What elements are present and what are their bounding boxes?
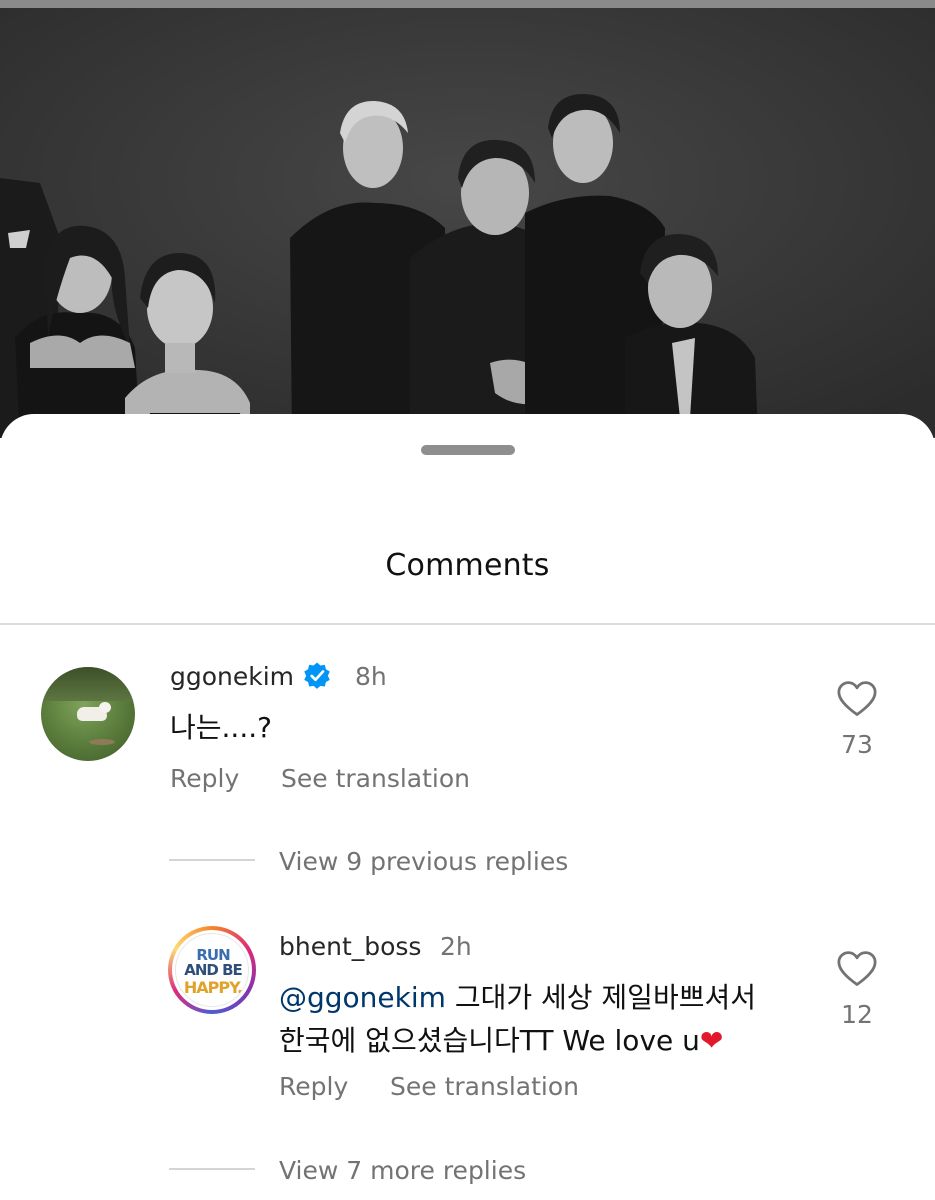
logo-text-and-be: AND BE — [184, 961, 243, 979]
post-photo — [0, 8, 935, 438]
mention-link[interactable]: @ggonekim — [279, 981, 446, 1014]
avatar-dog-head — [99, 702, 111, 713]
avatar-ring-inner: RUN AND BE HAPPY. — [172, 930, 252, 1010]
sheet-title: Comments — [385, 548, 550, 583]
reply-button[interactable]: Reply — [170, 764, 239, 793]
group-photo-image — [0, 8, 935, 438]
like-heart-icon[interactable] — [836, 680, 878, 718]
comment-text-line2: 한국에 없으셨습니다TT We love u — [279, 1024, 700, 1057]
see-translation-button[interactable]: See translation — [390, 1072, 579, 1101]
comment-username[interactable]: ggonekim — [170, 662, 294, 691]
like-count: 12 — [841, 1000, 873, 1029]
top-status-strip — [0, 0, 935, 8]
like-heart-icon[interactable] — [836, 950, 878, 988]
comment-username[interactable]: bhent_boss — [279, 932, 421, 961]
replies-divider-line — [169, 1168, 255, 1170]
reply-button[interactable]: Reply — [279, 1072, 348, 1101]
comment-text: @ggonekim 그대가 세상 제일바쁘셔서 한국에 없으셨습니다TT We … — [279, 976, 819, 1062]
see-translation-button[interactable]: See translation — [281, 764, 470, 793]
logo-text-happy: HAPPY. — [183, 978, 243, 997]
view-previous-replies-button[interactable]: View 9 previous replies — [279, 847, 568, 876]
avatar-story-ring[interactable]: RUN AND BE HAPPY. — [168, 926, 256, 1014]
replies-divider-line — [169, 859, 255, 861]
avatar-ground — [89, 739, 115, 745]
comment-time: 8h — [355, 662, 387, 691]
verified-badge-icon — [304, 662, 330, 689]
comment-text: 나는....? — [170, 711, 272, 744]
like-count: 73 — [841, 730, 873, 759]
red-heart-emoji-icon: ❤ — [699, 1024, 724, 1057]
drag-handle[interactable] — [421, 445, 515, 455]
header-divider — [0, 623, 935, 625]
avatar[interactable] — [41, 667, 135, 761]
view-more-replies-button[interactable]: View 7 more replies — [279, 1156, 526, 1185]
avatar-logo: RUN AND BE HAPPY. — [175, 933, 249, 1007]
comment-time: 2h — [440, 932, 472, 961]
comment-text-line1: 그대가 세상 제일바쁘셔서 — [445, 981, 756, 1014]
avatar-trees — [41, 667, 135, 701]
